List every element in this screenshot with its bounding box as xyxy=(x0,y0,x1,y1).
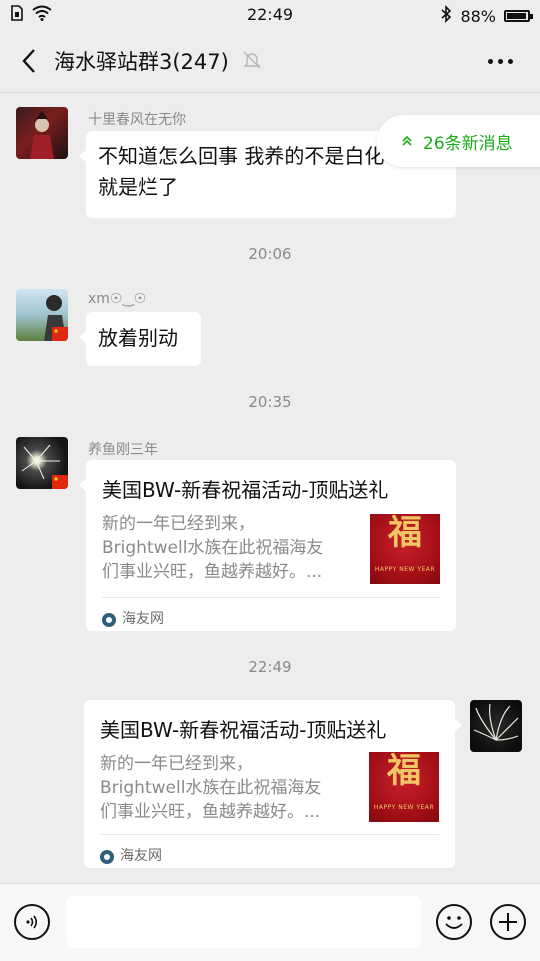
avatar[interactable] xyxy=(16,107,68,159)
emoji-icon xyxy=(445,916,463,929)
group-title[interactable]: 海水驿站群3(247) xyxy=(54,46,229,76)
sender-name: xm☉‿☉ xyxy=(88,291,147,307)
bluetooth-icon xyxy=(440,5,452,27)
card-source: 海友网 xyxy=(102,604,164,635)
new-messages-label: 26条新消息 xyxy=(423,133,513,154)
more-dots-icon xyxy=(487,58,493,64)
card-title: 美国BW-新春祝福活动-顶贴送礼 xyxy=(102,478,389,502)
input-bar xyxy=(0,883,540,961)
more-functions-button[interactable] xyxy=(490,904,526,940)
double-chevron-up-icon xyxy=(402,135,412,146)
card-divider xyxy=(102,597,440,598)
message-text: 放着别动 xyxy=(98,326,178,350)
new-messages-button[interactable]: 26条新消息 xyxy=(377,115,540,167)
source-logo-icon xyxy=(102,612,116,627)
card-title: 美国BW-新春祝福活动-顶贴送礼 xyxy=(100,718,387,742)
link-card[interactable]: 美国BW-新春祝福活动-顶贴送礼 新的一年已经到来， Brightwell水族在… xyxy=(79,460,456,631)
voice-icon xyxy=(26,915,38,929)
card-source: 海友网 xyxy=(100,841,162,872)
timestamp: 22:49 xyxy=(248,658,292,676)
card-divider xyxy=(100,834,439,835)
back-arrow-icon xyxy=(22,49,35,73)
voice-button[interactable] xyxy=(14,904,50,940)
card-thumbnail: 福 HAPPY NEW YEAR xyxy=(369,752,439,822)
back-button[interactable] xyxy=(14,44,44,78)
chat-message-list[interactable]: 十里春风在无你 不知道怎么回事 我养的不是白化 就是烂了 20:06 xm☉‿☉… xyxy=(0,93,540,883)
battery-icon xyxy=(504,10,533,22)
plus-icon xyxy=(499,913,517,931)
card-description: 新的一年已经到来， Brightwell水族在此祝福海友 们事业兴旺，鱼越养越好… xyxy=(102,514,324,582)
more-options-button[interactable] xyxy=(480,46,520,76)
card-thumbnail: 福 HAPPY NEW YEAR xyxy=(370,514,440,584)
battery-fill xyxy=(507,13,527,19)
sender-name: 养鱼刚三年 xyxy=(88,442,158,458)
chat-header: 海水驿站群3(247) xyxy=(0,30,540,93)
timestamp: 20:35 xyxy=(248,393,292,411)
status-bar: 22:49 88% xyxy=(0,0,540,30)
battery-percent: 88% xyxy=(460,6,496,26)
message-bubble[interactable]: 放着别动 xyxy=(79,312,201,366)
mute-bell-icon xyxy=(242,50,262,74)
avatar[interactable] xyxy=(470,700,522,752)
timestamp: 20:06 xyxy=(248,245,292,263)
sender-name: 十里春风在无你 xyxy=(88,112,186,128)
source-logo-icon xyxy=(100,849,114,864)
card-description: 新的一年已经到来， Brightwell水族在此祝福海友 们事业兴旺，鱼越养越好… xyxy=(100,754,322,822)
link-card[interactable]: 美国BW-新春祝福活动-顶贴送礼 新的一年已经到来， Brightwell水族在… xyxy=(84,700,462,868)
emoji-button[interactable] xyxy=(436,904,472,940)
avatar[interactable] xyxy=(16,437,68,489)
avatar[interactable] xyxy=(16,289,68,341)
message-text: 就是烂了 xyxy=(98,175,178,199)
message-input[interactable] xyxy=(66,896,421,948)
